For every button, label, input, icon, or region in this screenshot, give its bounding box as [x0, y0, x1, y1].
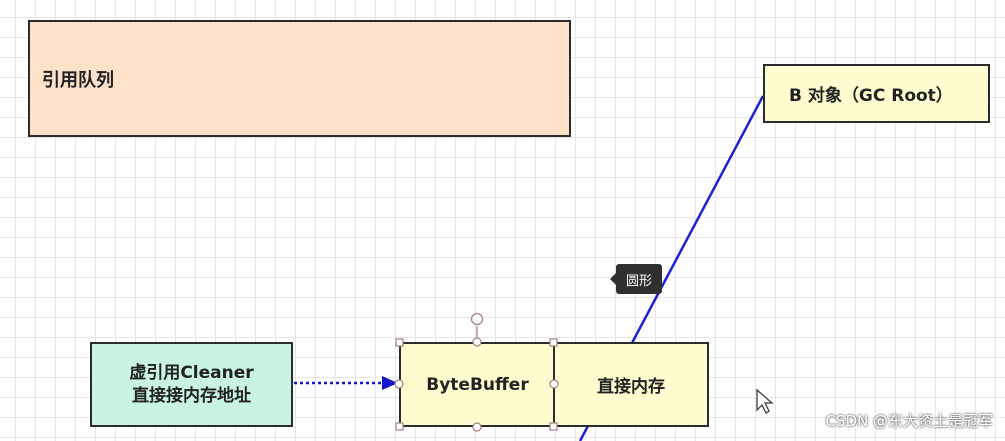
resize-handle-bottom-right[interactable]	[549, 422, 558, 431]
connection-point-left[interactable]	[394, 379, 404, 389]
watermark: CSDN @东大资土是冠军	[825, 410, 993, 431]
connection-point-bottom[interactable]	[472, 422, 482, 432]
selection-handles	[394, 312, 774, 432]
cursor-arrow-icon	[756, 388, 774, 414]
connection-point-top[interactable]	[472, 337, 482, 347]
shape-tooltip: 圆形	[609, 264, 663, 294]
connection-point-right[interactable]	[549, 379, 559, 389]
resize-handle-top-right[interactable]	[549, 338, 558, 347]
resize-handle-bottom-left[interactable]	[395, 422, 404, 431]
tooltip-label: 圆形	[626, 273, 653, 289]
rotate-handle[interactable]	[470, 312, 484, 326]
resize-handle-top-left[interactable]	[395, 338, 404, 347]
watermark-text: CSDN @东大资土是冠军	[825, 412, 993, 430]
